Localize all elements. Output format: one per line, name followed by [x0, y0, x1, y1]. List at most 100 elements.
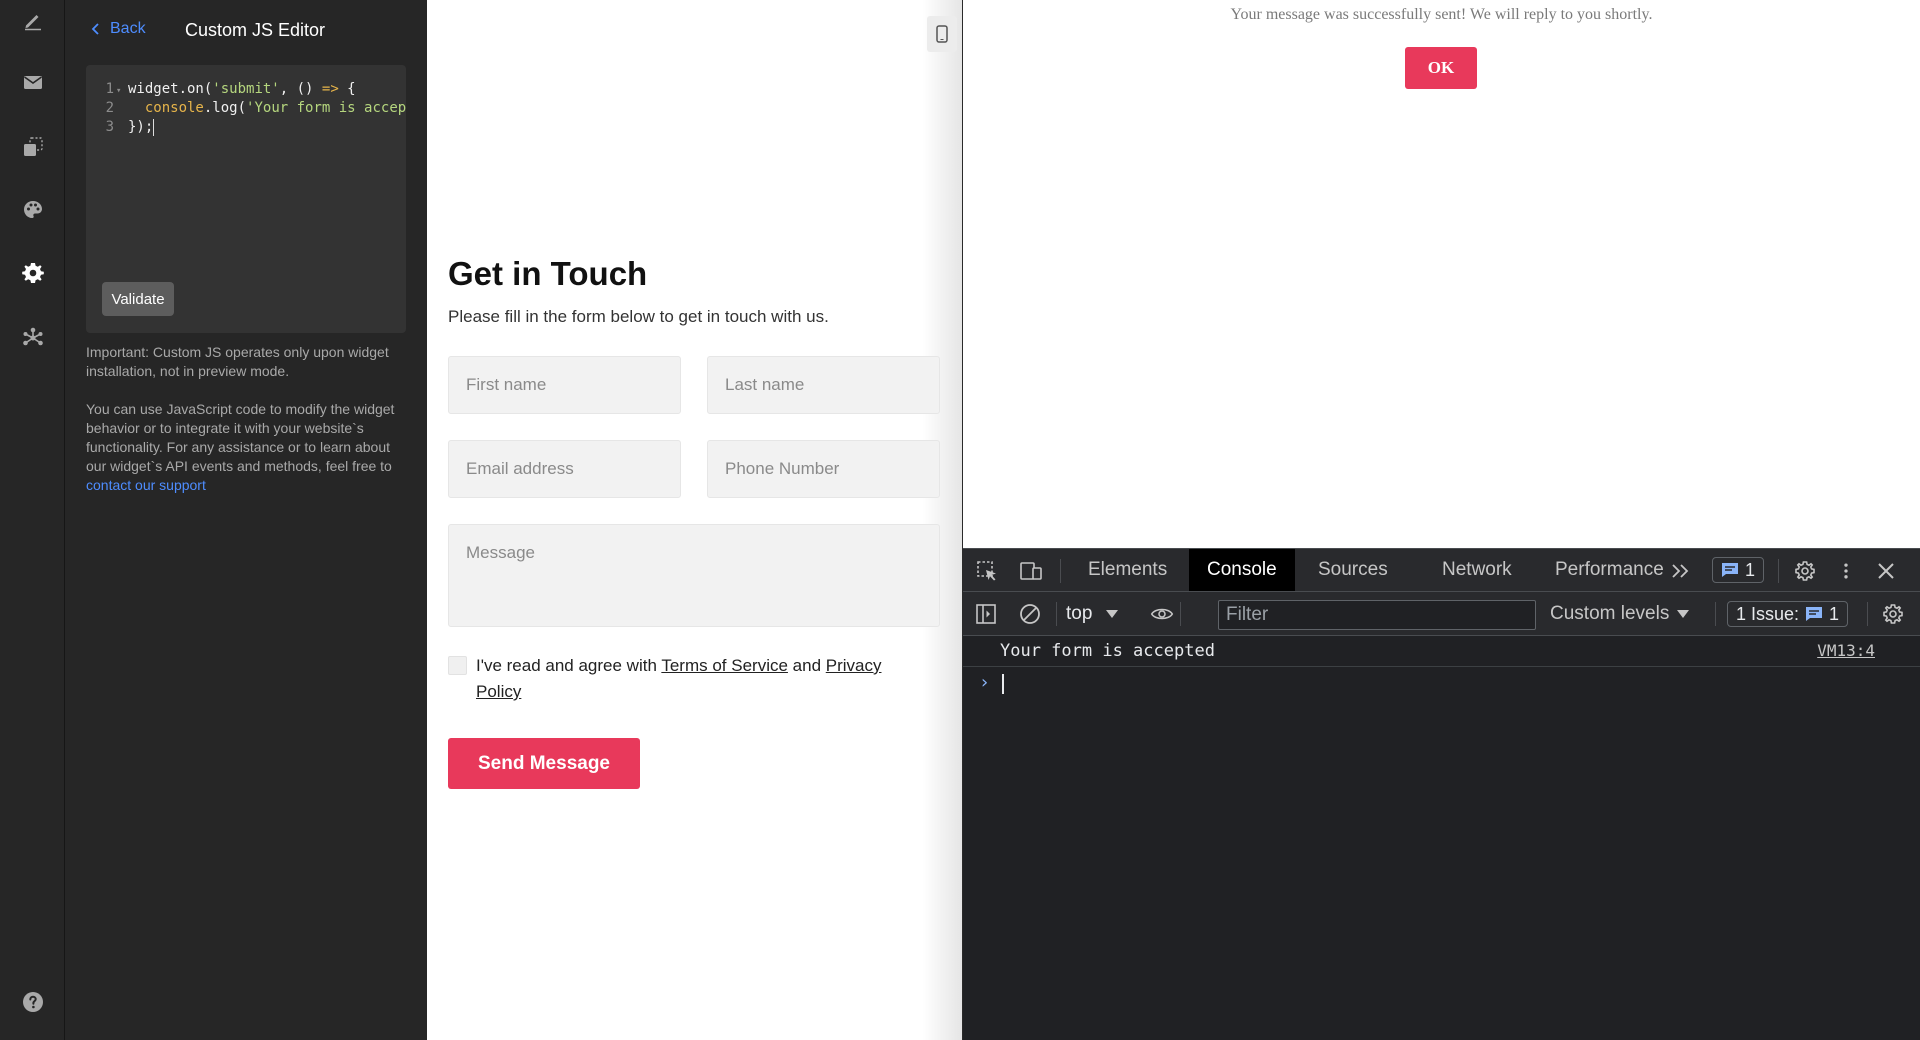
- settings-gear-icon[interactable]: [1792, 558, 1818, 584]
- text-caret: [1002, 674, 1004, 694]
- context-select[interactable]: top: [1066, 600, 1119, 628]
- tab-sources[interactable]: Sources: [1300, 549, 1406, 591]
- email-input[interactable]: [448, 440, 681, 498]
- code-token: =>: [321, 81, 339, 97]
- code-token: , (): [279, 81, 322, 97]
- sidebar-toggle-icon[interactable]: [973, 601, 999, 627]
- dropdown-triangle-icon: [1677, 610, 1690, 618]
- agree-prefix: I've read and agree with: [476, 656, 662, 675]
- devtools-panel: Elements Console Sources Network Perform…: [963, 548, 1920, 1040]
- log-levels-label: Custom levels: [1550, 603, 1670, 624]
- palette-icon[interactable]: [0, 190, 65, 230]
- code-line: 1 ▾ widget.on('submit', () => {: [86, 80, 406, 99]
- code-line: 2 console.log('Your form is accep: [86, 99, 406, 118]
- line-number: 2: [105, 100, 114, 116]
- console-log-row: Your form is accepted VM13:4: [963, 636, 1920, 667]
- message-input[interactable]: [448, 524, 940, 627]
- tab-elements[interactable]: Elements: [1070, 549, 1185, 591]
- back-link[interactable]: Back: [90, 20, 146, 38]
- mobile-preview-toggle[interactable]: [927, 16, 957, 52]
- code-token: widget.on(: [128, 81, 213, 97]
- first-name-input[interactable]: [448, 356, 681, 414]
- code-token: {: [338, 81, 356, 97]
- tab-network[interactable]: Network: [1424, 549, 1530, 591]
- gear-icon[interactable]: [0, 253, 65, 293]
- panel-title: Custom JS Editor: [185, 20, 326, 40]
- live-expression-eye-icon[interactable]: [1147, 601, 1177, 627]
- agree-checkbox[interactable]: [448, 656, 467, 675]
- devtools-tab-bar: Elements Console Sources Network Perform…: [963, 548, 1920, 592]
- send-message-button[interactable]: Send Message: [448, 738, 640, 789]
- line-number: 1: [105, 81, 114, 97]
- close-devtools-icon[interactable]: [1873, 558, 1899, 584]
- success-message: Your message was successfully sent! We w…: [1230, 6, 1653, 23]
- help-icon[interactable]: [0, 982, 65, 1022]
- console-filter-input[interactable]: [1218, 600, 1536, 630]
- form-subtitle: Please fill in the form below to get in …: [448, 307, 829, 326]
- preview-note: Important: Custom JS operates only upon …: [86, 344, 389, 379]
- agree-mid: and: [787, 656, 826, 675]
- message-icon: [1806, 607, 1823, 621]
- code-line: 3 });: [86, 118, 406, 137]
- console-toolbar: top Custom levels 1 Issue: 1: [963, 592, 1920, 636]
- toolbar-divider: [1778, 559, 1779, 583]
- messages-badge[interactable]: 1: [1712, 557, 1765, 583]
- js-editor-panel: Back Custom JS Editor 1 ▾ widget.on('submi…: [65, 0, 427, 1040]
- icon-rail: [0, 0, 65, 1040]
- code-editor[interactable]: 1 ▾ widget.on('submit', () => { 2 console.…: [86, 65, 406, 333]
- page-viewport: Your message was successfully sent! We w…: [963, 0, 1920, 548]
- message-icon: [1722, 563, 1738, 577]
- last-name-input[interactable]: [707, 356, 940, 414]
- clear-console-icon[interactable]: [1017, 601, 1043, 627]
- chevron-left-icon: [91, 23, 99, 35]
- inspect-element-icon[interactable]: [973, 558, 1001, 584]
- contact-support-link[interactable]: contact our support: [86, 477, 206, 493]
- code-token: 'Your form is accep: [246, 100, 406, 116]
- toolbar-divider: [1056, 602, 1057, 626]
- toolbar-divider: [1180, 602, 1181, 626]
- prompt-chevron-icon: ›: [979, 672, 990, 693]
- help-text: You can use JavaScript code to modify th…: [86, 400, 414, 495]
- context-value: top: [1066, 603, 1093, 624]
- integrations-icon[interactable]: [0, 318, 65, 358]
- toolbar-divider: [1060, 559, 1061, 583]
- phone-icon: [936, 25, 948, 43]
- ok-button[interactable]: OK: [1405, 47, 1477, 89]
- pencil-icon[interactable]: [0, 0, 65, 40]
- validate-button[interactable]: Validate: [102, 282, 174, 316]
- log-levels-select[interactable]: Custom levels: [1550, 600, 1690, 628]
- code-token: 'submit': [212, 81, 280, 97]
- terms-link[interactable]: Terms of Service: [661, 656, 788, 675]
- mail-icon[interactable]: [0, 62, 65, 102]
- toolbar-divider: [1867, 602, 1868, 626]
- text-caret: [153, 118, 155, 136]
- code-token: });: [128, 119, 154, 135]
- help-text-body: You can use JavaScript code to modify th…: [86, 401, 395, 474]
- layers-icon[interactable]: [0, 127, 65, 167]
- console-message: Your form is accepted: [1000, 641, 1215, 661]
- form-title: Get in Touch: [448, 255, 648, 292]
- tab-performance[interactable]: Performance: [1537, 549, 1682, 591]
- tab-console[interactable]: Console: [1189, 549, 1295, 591]
- line-number: 3: [105, 119, 114, 135]
- agree-text: I've read and agree with Terms of Servic…: [476, 653, 906, 705]
- console-source-link[interactable]: VM13:4: [1817, 641, 1875, 660]
- issues-label: 1 Issue:: [1736, 603, 1800, 624]
- device-toolbar-icon[interactable]: [1017, 558, 1045, 584]
- console-prompt[interactable]: ›: [963, 668, 1920, 700]
- phone-input[interactable]: [707, 440, 940, 498]
- kebab-menu-icon[interactable]: [1836, 558, 1856, 584]
- console-settings-icon[interactable]: [1880, 601, 1906, 627]
- preview-shadow: [922, 0, 962, 1040]
- messages-count: 1: [1745, 559, 1756, 580]
- back-label: Back: [110, 20, 146, 37]
- dropdown-triangle-icon: [1106, 610, 1119, 618]
- toolbar-divider: [1715, 602, 1716, 626]
- code-token: console: [144, 100, 204, 116]
- code-token: .log(: [203, 100, 247, 116]
- widget-preview: Get in Touch Please fill in the form bel…: [427, 0, 962, 1040]
- issues-badge[interactable]: 1 Issue: 1: [1727, 601, 1849, 627]
- issues-count: 1: [1829, 603, 1840, 624]
- more-tabs-icon[interactable]: [1667, 558, 1693, 584]
